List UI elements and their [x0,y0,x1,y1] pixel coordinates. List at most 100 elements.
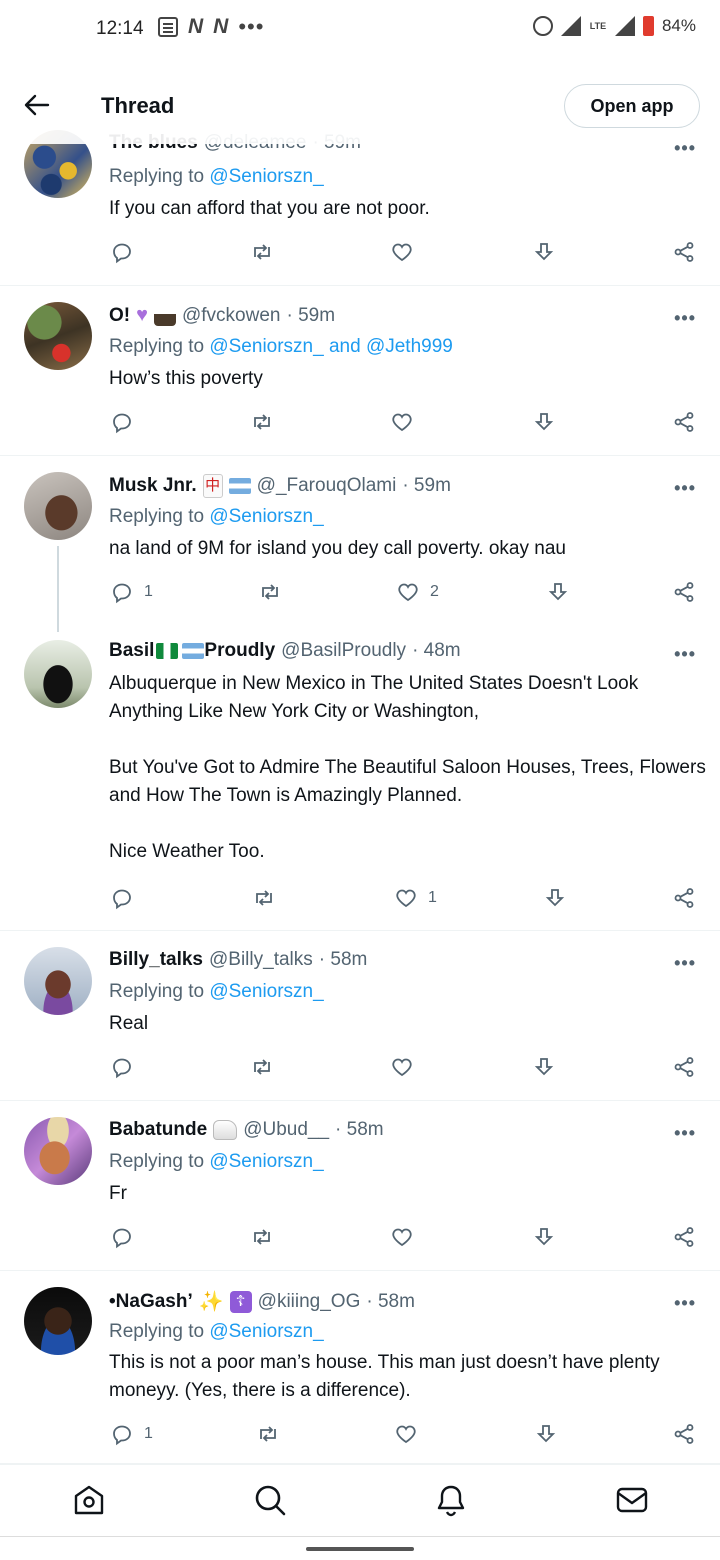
display-name[interactable]: Babatunde [109,1119,207,1141]
share-button[interactable] [672,886,696,910]
heart-icon [392,243,412,262]
share-button[interactable] [672,240,696,264]
retweet-button[interactable] [252,886,276,910]
back-arrow-icon[interactable] [24,94,50,116]
avatar[interactable] [24,302,92,370]
reply-button[interactable] [110,410,144,434]
handle[interactable]: @Ubud__ [243,1119,329,1141]
tweet[interactable]: •NaGash’ ✨ ☦ @kiiing_OG · 58m ••• Replyi… [0,1271,720,1464]
display-name[interactable]: •NaGash’ [109,1291,193,1313]
reply-icon [113,583,131,604]
like-button[interactable]: 1 [394,886,437,910]
mention-link[interactable]: @Seniorszn_ [209,1151,323,1172]
share-button[interactable] [672,1225,696,1249]
download-icon [534,1228,554,1246]
tweet[interactable]: Billy_talks @Billy_talks · 58m ••• Reply… [0,931,720,1101]
home-indicator[interactable] [306,1547,414,1551]
share-icon [674,1424,694,1444]
display-name[interactable]: Billy_talks [109,949,203,971]
reply-button[interactable] [110,1225,144,1249]
like-button[interactable] [394,1422,428,1446]
mention-link[interactable]: @Seniorszn_ [209,506,323,527]
bookmark-button[interactable] [543,886,567,910]
more-options-icon[interactable]: ••• [674,953,696,974]
mention-link[interactable]: @Seniorszn_ [209,981,323,1002]
like-button[interactable] [390,240,424,264]
retweet-button[interactable] [250,410,274,434]
handle[interactable]: @BasilProudly [281,640,406,662]
tweet-header: Basil Proudly @BasilProudly · 48m [109,640,461,662]
reply-button[interactable] [110,1055,144,1079]
retweet-button[interactable] [258,580,282,604]
display-name-part1[interactable]: Basil [109,640,154,662]
retweet-button[interactable] [250,1055,274,1079]
timestamp: · 58m [318,949,368,970]
retweet-button[interactable] [250,240,274,264]
share-button[interactable] [672,410,696,434]
tweet[interactable]: Musk Jnr. 中 @_FarouqOlami · 59m ••• Repl… [0,456,720,632]
share-icon [674,412,694,432]
avatar[interactable] [24,1287,92,1355]
messages-icon[interactable] [615,1483,649,1517]
more-options-icon[interactable]: ••• [674,478,696,499]
tweet[interactable]: Basil Proudly @BasilProudly · 48m ••• Al… [0,626,720,931]
tweet-actions: 1 [0,1422,720,1452]
mention-link[interactable]: @Seniorszn_ [209,1321,323,1342]
retweet-button[interactable] [250,1225,274,1249]
like-button[interactable]: 2 [396,580,439,604]
bookmark-button[interactable] [532,410,556,434]
more-options-icon[interactable]: ••• [674,644,696,665]
open-app-button[interactable]: Open app [564,84,700,128]
reply-button[interactable]: 1 [110,580,153,604]
handle[interactable]: @_FarouqOlami [257,475,397,497]
reply-button[interactable] [110,886,144,910]
reply-button[interactable]: 1 [110,1422,153,1446]
avatar[interactable] [24,640,92,708]
share-button[interactable] [672,580,696,604]
replying-to: Replying to @Seniorszn_ [109,166,324,188]
handle[interactable]: @kiiing_OG [258,1291,361,1313]
reply-count: 1 [144,583,153,600]
home-icon[interactable] [72,1483,106,1517]
like-button[interactable] [390,410,424,434]
share-button[interactable] [672,1422,696,1446]
tweet[interactable]: O! ♥ @fvckowen · 59m ••• Replying to @Se… [0,286,720,456]
avatar[interactable] [24,472,92,540]
tweet-actions [0,240,720,270]
handle[interactable]: @fvckowen [182,305,281,327]
mention-link[interactable]: @Seniorszn_ [209,166,323,187]
display-name[interactable]: O! [109,305,130,327]
bookmark-button[interactable] [534,1422,558,1446]
handle[interactable]: @Billy_talks [209,949,313,971]
download-icon [536,1425,556,1443]
more-options-icon[interactable]: ••• [674,308,696,329]
display-name-part2[interactable]: Proudly [204,640,275,662]
more-options-icon[interactable]: ••• [674,1293,696,1314]
search-icon[interactable] [253,1483,287,1517]
like-button[interactable] [390,1225,424,1249]
thread-feed[interactable]: The blues @deleamee · 59m ••• Replying t… [0,0,720,1560]
like-button[interactable] [390,1055,424,1079]
more-options-icon[interactable]: ••• [674,1123,696,1144]
notifications-icon[interactable] [434,1483,468,1517]
replying-to: Replying to @Seniorszn_ [109,1151,324,1173]
bookmark-button[interactable] [532,1225,556,1249]
mahjong-red-dragon-icon: 中 [202,474,223,498]
reply-button[interactable] [110,240,144,264]
argentina-flag-icon [182,643,205,659]
thread-header: Thread Open app [0,62,720,144]
retweet-button[interactable] [256,1422,280,1446]
share-icon [674,242,694,262]
retweet-icon [260,1426,276,1442]
share-button[interactable] [672,1055,696,1079]
tweet-text: This is not a poor man’s house. This man… [109,1352,665,1401]
avatar[interactable] [24,1117,92,1185]
bookmark-button[interactable] [546,580,570,604]
bookmark-button[interactable] [532,1055,556,1079]
bookmark-button[interactable] [532,240,556,264]
mention-link[interactable]: @Seniorszn_ and @Jeth999 [209,336,453,357]
avatar[interactable] [24,947,92,1015]
tweet[interactable]: Babatunde @Ubud__ · 58m ••• Replying to … [0,1101,720,1271]
heart-icon [398,583,418,602]
display-name[interactable]: Musk Jnr. [109,475,197,497]
